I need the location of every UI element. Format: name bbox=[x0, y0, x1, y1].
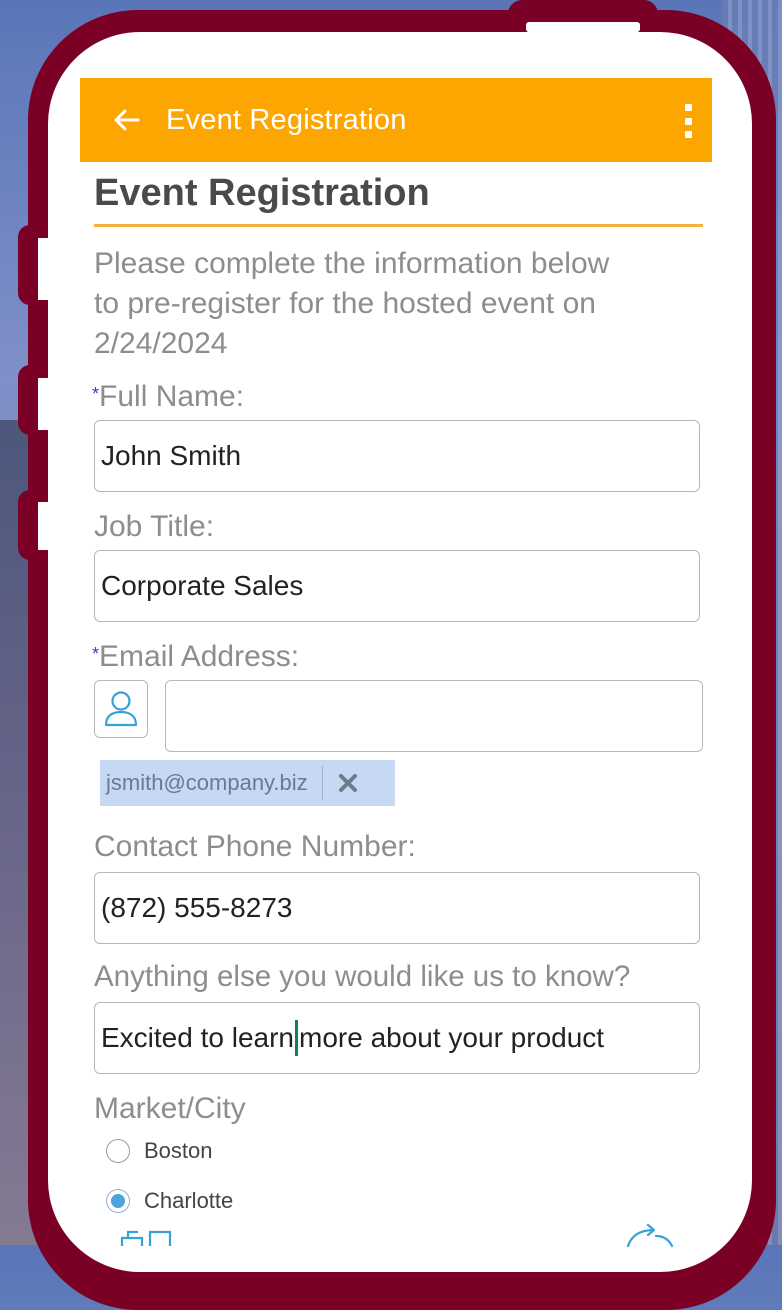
intro-line: Please complete the information below bbox=[94, 247, 610, 280]
title-divider bbox=[94, 224, 703, 227]
intro-line: 2/24/2024 bbox=[94, 327, 228, 360]
notes-input[interactable]: Excited to learn more about your product bbox=[94, 1002, 700, 1074]
email-chip-text: jsmith@company.biz bbox=[106, 770, 308, 795]
form-nav-icon[interactable] bbox=[120, 1228, 172, 1253]
full-name-input[interactable]: John Smith bbox=[94, 420, 700, 492]
notes-text-before-cursor: Excited to learn bbox=[101, 1022, 294, 1053]
radio-button-selected[interactable] bbox=[106, 1189, 130, 1213]
full-name-value: John Smith bbox=[101, 440, 242, 471]
notes-text-after-cursor: more about your product bbox=[299, 1022, 605, 1053]
radio-label: Boston bbox=[144, 1138, 213, 1163]
contact-picker-button[interactable] bbox=[94, 680, 148, 738]
phone-top-button-notch bbox=[526, 22, 640, 32]
intro-text: Please complete the information below to… bbox=[94, 244, 694, 364]
app-bar: Event Registration bbox=[80, 78, 712, 162]
job-title-label: Job Title: bbox=[94, 510, 215, 543]
app-bar-title: Event Registration bbox=[166, 103, 407, 136]
phone-label: Contact Phone Number: bbox=[94, 830, 416, 863]
radio-option-charlotte[interactable]: Charlotte bbox=[106, 1188, 233, 1214]
radio-label: Charlotte bbox=[144, 1188, 234, 1213]
notes-label: Anything else you would like us to know? bbox=[94, 960, 631, 993]
phone-screen: Event Registration Event Registration Pl… bbox=[48, 32, 752, 1272]
sync-icon[interactable] bbox=[624, 1223, 676, 1253]
person-icon bbox=[104, 691, 138, 727]
full-name-label-text: Full Name: bbox=[99, 380, 245, 413]
chip-divider bbox=[321, 766, 324, 800]
back-arrow-icon[interactable] bbox=[106, 100, 146, 140]
phone-value: (872) 555-8273 bbox=[101, 892, 293, 923]
text-cursor bbox=[295, 1020, 298, 1056]
page-title: Event Registration bbox=[94, 172, 430, 214]
job-title-input[interactable]: Corporate Sales bbox=[94, 550, 700, 622]
phone-input[interactable]: (872) 555-8273 bbox=[94, 872, 700, 944]
email-label-text: Email Address: bbox=[99, 640, 300, 673]
more-vert-icon[interactable] bbox=[682, 104, 694, 138]
required-marker: * bbox=[92, 644, 100, 664]
market-label: Market/City bbox=[94, 1092, 246, 1125]
email-label: *Email Address: bbox=[92, 640, 299, 674]
full-name-label: *Full Name: bbox=[92, 380, 244, 414]
intro-line: to pre-register for the hosted event on bbox=[94, 287, 596, 320]
required-marker: * bbox=[92, 384, 100, 404]
close-icon[interactable] bbox=[337, 772, 359, 794]
email-input[interactable] bbox=[165, 680, 703, 752]
email-chip: jsmith@company.biz bbox=[100, 760, 395, 806]
radio-button[interactable] bbox=[106, 1139, 130, 1163]
job-title-value: Corporate Sales bbox=[101, 570, 304, 601]
radio-option-boston[interactable]: Boston bbox=[106, 1138, 213, 1164]
